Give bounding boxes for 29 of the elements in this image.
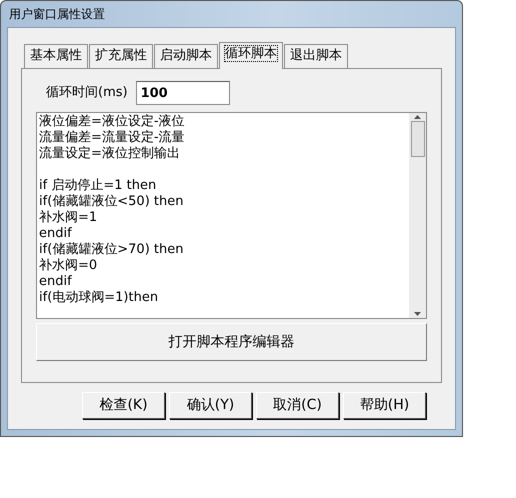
code-line: if(储藏罐液位>70) then <box>39 242 184 258</box>
code-line: endif <box>39 274 73 290</box>
dialog-button[interactable]: 确认(Y) <box>169 392 252 419</box>
code-line: 补水阀=0 <box>39 258 98 274</box>
dialog-button[interactable]: 取消(C) <box>256 392 339 419</box>
code-line: if 启动停止=1 then <box>39 178 158 194</box>
tab[interactable]: 启动脚本 <box>154 44 218 68</box>
open-editor-button[interactable]: 打开脚本程序编辑器 <box>36 323 427 361</box>
code-line: 补水阀=1 <box>39 210 98 226</box>
scroll-down-icon[interactable] <box>414 312 421 316</box>
dialog-button[interactable]: 检查(K) <box>82 392 165 419</box>
code-line: if(电动球阀=1)then <box>39 290 160 306</box>
tab[interactable]: 退出脚本 <box>284 44 348 68</box>
script-text-area[interactable]: 液位偏差=液位设定-液位 流量偏差=流量设定-流量 流量设定=液位控制输出 if 启动停止=1 then if(储藏罐液位<50) then 补水阀=1 endif if(储藏罐液位>70) then 补水阀=0 endif if(电动球阀=1)then <box>36 112 427 319</box>
tab[interactable]: 扩充属性 <box>89 44 153 68</box>
tab[interactable]: 基本属性 <box>24 44 88 68</box>
scrollbar[interactable] <box>409 113 426 318</box>
window-title: 用户窗口属性设置 <box>9 6 105 23</box>
code-line: 液位偏差=液位设定-液位 <box>39 114 186 130</box>
scroll-thumb[interactable] <box>410 121 424 157</box>
scroll-up-icon[interactable] <box>414 115 421 119</box>
code-line: 流量设定=液位控制输出 <box>39 146 181 162</box>
code-line: endif <box>39 226 73 242</box>
code-line: if(储藏罐液位<50) then <box>39 194 184 210</box>
field-label: 循环时间(ms) <box>46 84 128 102</box>
code-line: 流量偏差=流量设定-流量 <box>39 130 186 146</box>
dialog-button[interactable]: 帮助(H) <box>343 392 426 419</box>
input-field[interactable]: 100 <box>136 81 230 105</box>
tab[interactable]: 循环脚本 <box>219 42 283 69</box>
